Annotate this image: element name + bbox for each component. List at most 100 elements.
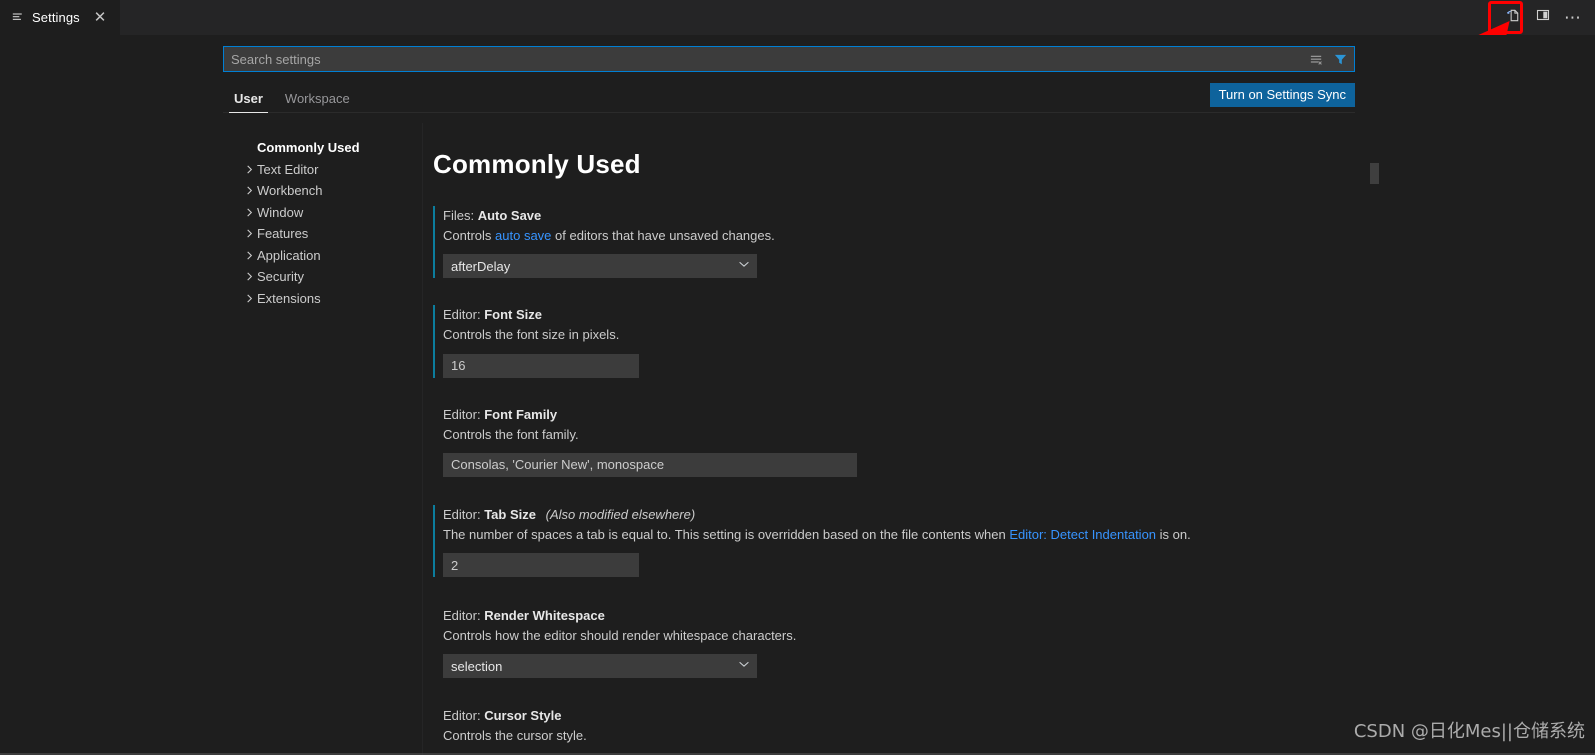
select-value: afterDelay xyxy=(451,258,511,274)
sidebar-item-label: Commonly Used xyxy=(257,140,360,156)
setting-name: Font Family xyxy=(484,406,558,422)
setting-editor-cursor-style: Editor: Cursor Style Controls the cursor… xyxy=(433,708,1373,744)
more-actions-button[interactable]: ⋯ xyxy=(1559,4,1587,32)
setting-editor-render-whitespace: Editor: Render Whitespace Controls how t… xyxy=(433,608,1373,679)
settings-search-row: Search settings xyxy=(223,46,1355,72)
setting-editor-tab-size: Editor: Tab Size (Also modified elsewher… xyxy=(433,504,1373,578)
watermark-text: CSDN @日化Mes||仓储系统 xyxy=(1353,721,1585,742)
editor-tab-bar: Settings ✕ ⋯ xyxy=(0,0,1595,35)
setting-description: Controls the cursor style. xyxy=(443,728,1373,744)
sidebar-item-label: Workbench xyxy=(257,183,323,199)
setting-name: Tab Size xyxy=(484,506,536,522)
vscode-settings-window: Settings ✕ ⋯ Search settings User Worksp… xyxy=(0,0,1595,755)
setting-title: Editor: Font Size xyxy=(443,307,1373,322)
input-value: 2 xyxy=(451,557,459,573)
sidebar-item-features[interactable]: Features xyxy=(223,223,422,245)
setting-title: Files: Auto Save xyxy=(443,208,1373,223)
tab-user[interactable]: User xyxy=(223,91,274,113)
setting-name: Render Whitespace xyxy=(484,608,605,623)
sidebar-item-label: Extensions xyxy=(257,290,321,306)
sidebar-item-label: Window xyxy=(257,204,304,220)
tab-workspace[interactable]: Workspace xyxy=(274,91,361,112)
chevron-right-icon xyxy=(241,207,257,218)
desc-text-pre: Controls the cursor style. xyxy=(443,728,587,744)
chevron-right-icon xyxy=(241,271,257,282)
settings-list-icon xyxy=(12,11,25,24)
sidebar-item-security[interactable]: Security xyxy=(223,266,422,288)
setting-category: Editor: xyxy=(443,708,481,724)
chevron-right-icon xyxy=(241,293,257,304)
setting-category: Files: xyxy=(443,208,475,223)
sidebar-item-label: Text Editor xyxy=(257,161,319,177)
input-value: Consolas, 'Courier New', monospace xyxy=(451,457,665,473)
desc-text-post: is on. xyxy=(1156,526,1191,542)
setting-description: The number of spaces a tab is equal to. … xyxy=(443,527,1373,543)
sidebar-item-text-editor[interactable]: Text Editor xyxy=(223,159,422,181)
desc-text-pre: Controls the font family. xyxy=(443,426,579,442)
setting-description: Controls how the editor should render wh… xyxy=(443,628,1373,644)
setting-overridden-note: (Also modified elsewhere) xyxy=(545,506,696,522)
desc-text-post: of editors that have unsaved changes. xyxy=(551,228,775,243)
clear-settings-search-icon[interactable] xyxy=(1306,49,1326,69)
settings-list[interactable]: Commonly Used Files: Auto Save Controls … xyxy=(423,123,1373,755)
close-icon[interactable]: ✕ xyxy=(90,8,110,28)
editor-tab-settings[interactable]: Settings ✕ xyxy=(0,0,120,35)
editor-tab-label: Settings xyxy=(32,10,80,25)
setting-title: Editor: Render Whitespace xyxy=(443,608,1373,623)
auto-save-select[interactable]: afterDelay xyxy=(443,254,757,279)
turn-on-settings-sync-button[interactable]: Turn on Settings Sync xyxy=(1209,83,1355,107)
setting-editor-font-size: Editor: Font Size Controls the font size… xyxy=(433,305,1373,378)
chevron-down-icon xyxy=(737,257,751,276)
sidebar-item-label: Features xyxy=(257,226,309,242)
desc-link[interactable]: auto save xyxy=(495,228,551,243)
search-placeholder: Search settings xyxy=(231,51,321,67)
split-editor-icon xyxy=(1535,7,1551,28)
setting-title: Editor: Font Family xyxy=(443,407,1373,422)
settings-editor: Search settings User Workspace Turn on S… xyxy=(0,35,1595,755)
chevron-right-icon xyxy=(241,250,257,261)
tab-size-input[interactable]: 2 xyxy=(443,553,639,577)
font-family-input[interactable]: Consolas, 'Courier New', monospace xyxy=(443,452,857,477)
setting-name: Font Size xyxy=(484,307,542,323)
sidebar-item-label: Application xyxy=(257,247,321,263)
chevron-right-icon xyxy=(241,164,257,175)
setting-editor-font-family: Editor: Font Family Controls the font fa… xyxy=(433,407,1373,477)
settings-scope-tabs: User Workspace Turn on Settings Sync xyxy=(223,82,1355,113)
chevron-right-icon xyxy=(241,228,257,239)
setting-name: Auto Save xyxy=(477,208,542,223)
sidebar-item-workbench[interactable]: Workbench xyxy=(223,180,422,202)
desc-link[interactable]: Editor: Detect Indentation xyxy=(1009,527,1156,542)
sidebar-item-window[interactable]: Window xyxy=(223,202,422,224)
setting-description: Controls the font family. xyxy=(443,427,1373,443)
setting-description: Controls the font size in pixels. xyxy=(443,327,1373,343)
page-title: Commonly Used xyxy=(433,149,641,179)
setting-title: Editor: Cursor Style xyxy=(443,708,1373,723)
sidebar-item-extensions[interactable]: Extensions xyxy=(223,288,422,310)
setting-name: Cursor Style xyxy=(484,708,562,724)
tab-bar-empty-space xyxy=(120,0,1499,35)
search-input[interactable]: Search settings xyxy=(223,46,1355,72)
font-size-input[interactable]: 16 xyxy=(443,353,639,378)
settings-scrollbar-thumb[interactable] xyxy=(1370,163,1379,184)
setting-description: Controls auto save of editors that have … xyxy=(443,228,1373,244)
desc-text-pre: Controls xyxy=(443,228,496,243)
file-json-icon xyxy=(1505,7,1522,29)
open-settings-json-button[interactable] xyxy=(1499,4,1527,32)
render-whitespace-select[interactable]: selection xyxy=(443,654,757,679)
setting-category: Editor: xyxy=(443,506,481,522)
chevron-right-icon xyxy=(241,185,257,196)
desc-text-pre: The number of spaces a tab is equal to. … xyxy=(443,526,1010,542)
filter-funnel-icon[interactable] xyxy=(1330,49,1350,69)
setting-title: Editor: Tab Size (Also modified elsewher… xyxy=(443,507,1373,522)
settings-toc: Commonly Used Text Editor Workbench Wind… xyxy=(223,123,423,755)
input-value: 16 xyxy=(451,358,466,373)
split-editor-button[interactable] xyxy=(1529,4,1557,32)
sidebar-item-label: Security xyxy=(257,269,304,285)
sidebar-item-commonly-used[interactable]: Commonly Used xyxy=(223,137,422,159)
search-actions xyxy=(1306,49,1354,69)
editor-actions: ⋯ xyxy=(1499,0,1595,35)
sidebar-item-application[interactable]: Application xyxy=(223,245,422,267)
desc-text-pre: Controls how the editor should render wh… xyxy=(443,628,797,643)
chevron-down-icon xyxy=(737,657,751,676)
select-value: selection xyxy=(451,658,503,674)
